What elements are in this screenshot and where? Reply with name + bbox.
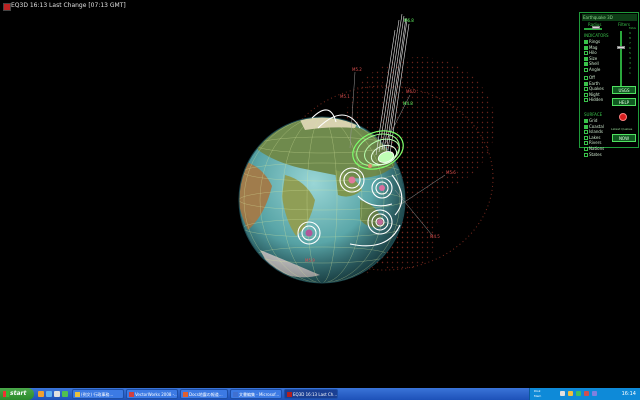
quake-label: M5.9: [305, 258, 315, 263]
checkbox-box[interactable]: [584, 130, 588, 135]
task-label: 文書編集 - Microsof...: [239, 392, 280, 397]
media-quicklaunch-icon[interactable]: [62, 391, 68, 397]
checkbox-box[interactable]: [584, 119, 588, 123]
usgs-button[interactable]: USGS: [612, 86, 636, 94]
taskbar-item[interactable]: 文書編集 - Microsof...: [230, 389, 282, 399]
checkbox-box[interactable]: [584, 147, 588, 151]
latest-quakes-label: Latest Quakes: [611, 127, 633, 131]
checkbox-label: Rings: [589, 39, 601, 44]
checkbox-box[interactable]: [584, 51, 588, 56]
vectorworks-icon: [129, 392, 134, 397]
globe-canvas[interactable]: M5.2 M6.0 M4.8 M5.6 M4.5 M5.9 M6.8 M5.1: [0, 12, 640, 388]
checkbox-label: Off: [589, 75, 595, 80]
checkbox-label: Rivers: [589, 140, 602, 146]
tray-mem-label: Mem: [534, 394, 542, 398]
taskbar: start (例文) 行政事務... VectorWorks 2008 -...…: [0, 388, 640, 400]
quake-label: M5.6: [446, 170, 456, 175]
magnitude-scale: MAG 9 8 7 6 5 4 3 2 1: [629, 26, 636, 75]
checkbox-label: Hilo: [589, 50, 597, 56]
checkbox-box[interactable]: [584, 152, 588, 157]
tray-disk-label: Disk: [534, 389, 541, 393]
quake-label: M4.8: [403, 101, 413, 106]
word-document-icon: [233, 392, 238, 397]
checkbox-label: Night: [589, 91, 600, 97]
quake-label: M4.5: [430, 234, 440, 239]
taskbar-item[interactable]: (例文) 行政事務...: [72, 389, 124, 399]
task-label: (例文) 行政事務...: [81, 392, 114, 397]
checkbox-label: Grid: [589, 118, 598, 123]
task-label: EQ3D 16:13 Last Ch...: [293, 392, 338, 397]
checkbox-box[interactable]: [584, 141, 588, 146]
earthquake-app-icon: [3, 3, 11, 11]
control-panel: Earthquake 3D Radius Filters MAG 9 8 7 6…: [579, 12, 639, 157]
desktop-quicklaunch-icon[interactable]: [54, 391, 60, 397]
checkbox-box[interactable]: [584, 87, 588, 92]
checkbox-box[interactable]: [584, 62, 588, 67]
clock[interactable]: 16:14: [622, 390, 636, 398]
checkbox-box[interactable]: [584, 92, 588, 97]
ime-icon[interactable]: [592, 391, 597, 396]
magnitude-slider-track[interactable]: [620, 31, 622, 93]
update-icon[interactable]: [584, 391, 589, 396]
quake-label: M5.2: [352, 67, 362, 72]
security-icon[interactable]: [576, 391, 581, 396]
task-label: Docs地震の報道...: [189, 392, 223, 397]
now-button[interactable]: NOW: [612, 134, 636, 142]
checkbox-label: States: [589, 151, 602, 157]
magnitude-slider-handle[interactable]: [617, 46, 625, 49]
system-tray: Disk Mem 16:14: [529, 388, 640, 400]
checkbox-box[interactable]: [584, 45, 588, 50]
checkbox-label: Islands: [589, 129, 603, 135]
quake-label: M6.8: [404, 18, 414, 23]
browser-quicklaunch-icon[interactable]: [38, 391, 44, 397]
taskbar-item[interactable]: VectorWorks 2008 -...: [126, 389, 178, 399]
checkbox-angle[interactable]: Angle: [584, 67, 600, 73]
panel-title[interactable]: Earthquake 3D: [582, 14, 637, 21]
checkbox-label: Hidden: [589, 97, 604, 103]
checkbox-label: Nations: [589, 146, 605, 151]
indicators-group-label: INDICATORS: [584, 33, 609, 38]
windows-logo-icon: [3, 391, 9, 397]
taskbar-item-active[interactable]: EQ3D 16:13 Last Ch...: [284, 389, 338, 399]
window-titlebar[interactable]: EQ3D 16:13 Last Change [07:13 GMT]: [0, 0, 640, 12]
browser-icon: [183, 392, 188, 397]
mail-quicklaunch-icon[interactable]: [46, 391, 52, 397]
checkbox-label: Mag: [589, 44, 598, 50]
checkbox-box[interactable]: [584, 76, 588, 80]
window-title: EQ3D 16:13 Last Change [07:13 GMT]: [11, 2, 126, 9]
checkbox-hidden[interactable]: Hidden: [584, 97, 603, 103]
quake-label: M5.1: [340, 94, 350, 99]
checkbox-box[interactable]: [584, 68, 588, 72]
checkbox-label: Quakes: [589, 86, 604, 92]
radius-slider-handle[interactable]: [591, 26, 600, 29]
checkbox-label: Lakes: [589, 134, 601, 140]
checkbox-box[interactable]: [584, 81, 588, 86]
checkbox-box[interactable]: [584, 124, 588, 129]
checkbox-label: Coastal: [589, 123, 604, 129]
checkbox-box[interactable]: [584, 135, 588, 140]
checkbox-label: Shell: [589, 61, 599, 67]
volume-icon[interactable]: [568, 391, 573, 396]
start-button[interactable]: start: [0, 388, 34, 400]
help-button[interactable]: HELP: [612, 98, 636, 106]
network-icon[interactable]: [560, 391, 565, 396]
earthquake-app-icon: [287, 392, 292, 397]
start-label: start: [10, 390, 27, 397]
quake-label: M6.0: [406, 89, 416, 94]
checkbox-box[interactable]: [584, 98, 588, 103]
checkbox-label: Angle: [589, 67, 601, 72]
task-label: VectorWorks 2008 -...: [135, 392, 178, 397]
checkbox-states[interactable]: States: [584, 152, 602, 158]
folder-icon: [75, 392, 80, 397]
checkbox-box[interactable]: [584, 56, 588, 61]
checkbox-box[interactable]: [584, 40, 588, 44]
globe-viewport[interactable]: M5.2 M6.0 M4.8 M5.6 M4.5 M5.9 M6.8 M5.1: [0, 12, 640, 388]
surface-group-label: SURFACE: [584, 112, 603, 117]
checkbox-label: Earth: [589, 80, 600, 86]
record-icon[interactable]: [619, 113, 627, 121]
taskbar-item[interactable]: Docs地震の報道...: [180, 389, 228, 399]
checkbox-label: Size: [589, 55, 598, 61]
